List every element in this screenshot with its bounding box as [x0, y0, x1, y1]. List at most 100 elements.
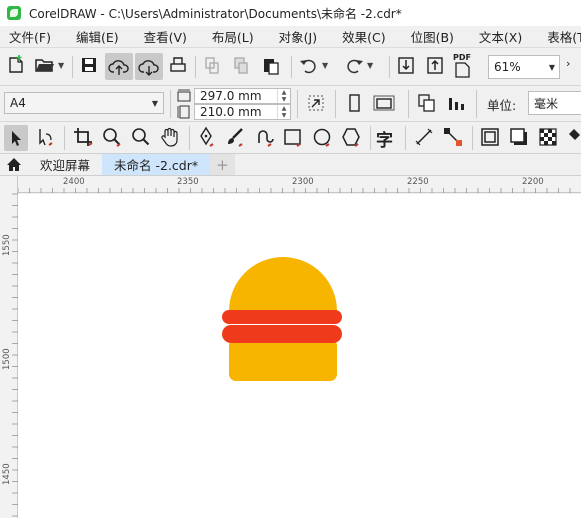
import-button[interactable] [396, 55, 416, 75]
save-button[interactable] [79, 55, 99, 75]
blend-tool-button[interactable] [479, 126, 501, 148]
magnifier-icon [132, 128, 150, 146]
page-size-dropdown-icon[interactable]: ▼ [152, 99, 158, 108]
artistic-media-button[interactable] [224, 126, 246, 148]
vertical-ruler[interactable]: 1550 1500 1450 [0, 176, 18, 518]
portrait-button[interactable] [344, 92, 364, 114]
copy-button[interactable] [232, 55, 250, 75]
burger-bun-top[interactable] [229, 257, 337, 318]
menu-table[interactable]: 表格(T) [538, 27, 581, 46]
connector-tool-button[interactable] [442, 126, 464, 148]
cloud-upload-icon [108, 59, 129, 75]
zoom-tool-alt-button[interactable] [130, 126, 152, 148]
menu-file[interactable]: 文件(F) [0, 27, 60, 46]
toolbar-separator [189, 126, 190, 150]
redo-icon [347, 59, 363, 74]
landscape-button[interactable] [372, 92, 396, 114]
smart-fill-button[interactable] [253, 126, 275, 148]
burger-filling[interactable] [222, 310, 342, 324]
fill-tool-button[interactable] [565, 126, 581, 148]
new-document-icon [9, 55, 23, 73]
zoom-dropdown-icon[interactable]: ▼ [549, 63, 555, 72]
menu-layout[interactable]: 布局(L) [203, 27, 263, 46]
cloud-download-button[interactable] [135, 53, 163, 80]
freehand-tool-button[interactable] [195, 126, 217, 148]
crop-tool-button[interactable] [72, 126, 94, 148]
undo-dropdown-icon[interactable]: ▼ [322, 61, 328, 70]
window-title: CorelDRAW - C:\Users\Administrator\Docum… [29, 6, 402, 21]
publish-pdf-button[interactable]: PDF [453, 53, 471, 78]
toolbox: 字 [0, 122, 581, 154]
drawing-canvas[interactable] [18, 194, 581, 518]
page-width-input[interactable]: 297.0 mm ▲ ▼ [194, 88, 291, 104]
toolbar-overflow-button[interactable]: › [566, 57, 570, 70]
standard-toolbar: ▼ ▼ ▼ PDF 61% ▼ › [0, 48, 581, 86]
dimension-tool-button[interactable] [413, 126, 435, 148]
zoom-level-value: 61% [494, 60, 521, 74]
zoom-tool-button[interactable] [101, 126, 123, 148]
magnifier-icon [103, 128, 121, 147]
export-button[interactable] [425, 55, 445, 75]
rectangle-tool-button[interactable] [282, 126, 304, 148]
polygon-tool-button[interactable] [340, 126, 362, 148]
toolbar-separator [170, 90, 171, 118]
page-height-input[interactable]: 210.0 mm ▲ ▼ [194, 104, 291, 120]
save-icon [82, 58, 96, 72]
menu-object[interactable]: 对象(J) [270, 27, 326, 46]
plus-icon: + [216, 155, 229, 174]
text-tool-button[interactable]: 字 [376, 126, 393, 151]
fit-to-page-button[interactable] [305, 92, 327, 114]
blend-icon [481, 128, 499, 146]
open-button[interactable]: ▼ [34, 55, 64, 75]
pdf-icon [455, 62, 470, 78]
toolbar-separator [476, 90, 477, 118]
menu-bitmaps[interactable]: 位图(B) [402, 27, 463, 46]
tab-welcome-screen[interactable]: 欢迎屏幕 [28, 154, 102, 175]
toolbar-separator [64, 126, 65, 150]
zoom-level-input[interactable]: 61% ▼ [488, 55, 560, 79]
menu-edit[interactable]: 编辑(E) [67, 27, 128, 46]
transparency-tool-button[interactable] [537, 126, 559, 148]
redo-button[interactable]: ▼ [343, 55, 373, 75]
ellipse-icon [313, 128, 331, 147]
current-page-button[interactable] [446, 92, 468, 114]
new-tab-button[interactable]: + [210, 154, 235, 175]
page-size-select[interactable]: A4 ▼ [4, 92, 164, 114]
ruler-label: 1550 [2, 234, 12, 256]
cut-icon [205, 57, 219, 74]
units-value: 毫米 [534, 96, 559, 111]
cut-button[interactable] [203, 55, 221, 75]
menu-effects[interactable]: 效果(C) [333, 27, 394, 46]
undo-button[interactable]: ▼ [298, 55, 328, 75]
menu-text[interactable]: 文本(X) [470, 27, 531, 46]
fit-page-icon [308, 95, 324, 111]
coreldraw-logo-icon [7, 6, 21, 20]
horizontal-ruler[interactable]: 2400 2350 2300 2250 2200 [18, 176, 581, 193]
ruler-label: 2200 [522, 177, 544, 187]
pdf-label: PDF [453, 53, 471, 62]
title-bar: CorelDRAW - C:\Users\Administrator\Docum… [0, 0, 581, 26]
units-select[interactable]: 毫米 [528, 91, 581, 115]
burger-filling[interactable] [222, 325, 342, 343]
page-width-spinner[interactable]: ▲ ▼ [277, 89, 290, 103]
paste-button[interactable] [262, 55, 280, 75]
units-label: 单位: [487, 98, 517, 113]
open-dropdown-icon[interactable]: ▼ [58, 61, 64, 70]
pan-tool-button[interactable] [159, 126, 181, 148]
print-button[interactable] [168, 55, 188, 75]
redo-dropdown-icon[interactable]: ▼ [367, 61, 373, 70]
home-tab[interactable] [0, 154, 28, 175]
tab-document[interactable]: 未命名 -2.cdr* [102, 154, 211, 175]
new-document-button[interactable] [6, 55, 26, 75]
page-width-icon [176, 89, 192, 103]
shape-tool-button[interactable] [34, 126, 56, 148]
menu-view[interactable]: 查看(V) [135, 27, 196, 46]
drop-shadow-button[interactable] [508, 126, 530, 148]
page-height-spinner[interactable]: ▲ ▼ [277, 105, 290, 119]
page-height-value: 210.0 mm [200, 105, 262, 119]
pick-tool-button[interactable] [4, 125, 28, 151]
burger-bun-bottom[interactable] [229, 339, 337, 381]
all-pages-button[interactable] [416, 92, 438, 114]
cloud-upload-button[interactable] [105, 53, 133, 80]
ellipse-tool-button[interactable] [311, 126, 333, 148]
